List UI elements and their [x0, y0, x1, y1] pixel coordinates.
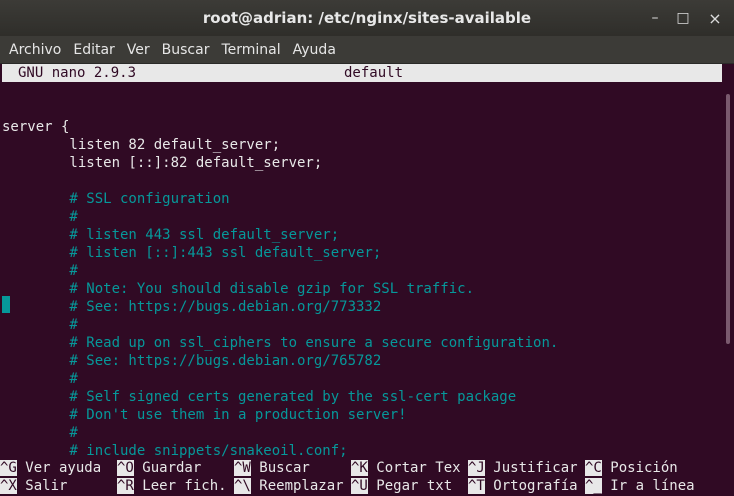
shortcut-key: ^K	[351, 460, 368, 476]
title-bar: root@adrian: /etc/nginx/sites-available …	[0, 0, 734, 36]
shortcut-item[interactable]: ^T Ortografía	[468, 477, 578, 495]
close-icon[interactable]: ×	[700, 0, 730, 36]
editor-line: server {	[2, 119, 70, 135]
shortcut-item[interactable]: ^R Leer fich.	[117, 477, 227, 495]
menu-ver[interactable]: Ver	[122, 42, 155, 58]
editor-line: # include snippets/snakeoil.conf;	[2, 443, 348, 459]
shortcut-label: Ver ayuda	[16, 460, 102, 476]
nano-filename: default	[344, 65, 404, 81]
shortcut-key: ^C	[585, 460, 602, 476]
scrollbar[interactable]	[722, 64, 734, 496]
shortcut-key: ^W	[234, 460, 251, 476]
shortcut-item[interactable]: ^C Posición	[585, 459, 678, 477]
shortcut-key: ^X	[0, 478, 17, 494]
nano-version: GNU nano 2.9.3	[18, 65, 137, 81]
shortcut-key: ^J	[468, 460, 485, 476]
editor-line: #	[2, 317, 78, 333]
shortcut-item[interactable]: ^J Justificar	[468, 459, 578, 477]
minimize-icon[interactable]: –	[640, 0, 670, 36]
nano-header: GNU nano 2.9.3 default	[2, 64, 722, 82]
menu-terminal[interactable]: Terminal	[216, 42, 285, 58]
shortcut-label: Reemplazar	[250, 478, 344, 494]
shortcut-row: ^X Salir ^R Leer fich. ^\ Reemplazar ^U Peg…	[0, 477, 722, 495]
editor-line: #	[2, 425, 78, 441]
menu-buscar[interactable]: Buscar	[157, 42, 215, 58]
editor-line: #	[2, 209, 78, 225]
text-cursor	[2, 296, 10, 313]
editor-line: listen 82 default_server;	[2, 137, 281, 153]
shortcut-key: ^T	[468, 478, 485, 494]
editor-line: # SSL configuration	[2, 191, 230, 207]
editor-buffer[interactable]: server { listen 82 default_server; liste…	[2, 100, 722, 460]
shortcut-bar: ^G Ver ayuda ^O Guardar ^W Buscar ^K Cortar…	[0, 459, 722, 495]
shortcut-label: Cortar Tex	[367, 460, 461, 476]
shortcut-key: ^U	[351, 478, 368, 494]
shortcut-item[interactable]: ^G Ver ayuda	[0, 459, 101, 477]
menu-editar[interactable]: Editar	[68, 42, 119, 58]
editor-line: # listen 443 ssl default_server;	[2, 227, 340, 243]
shortcut-key: ^\	[234, 478, 251, 494]
menu-ayuda[interactable]: Ayuda	[288, 42, 341, 58]
shortcut-item[interactable]: ^\ Reemplazar	[234, 477, 344, 495]
shortcut-item[interactable]: ^U Pegar txt	[351, 477, 452, 495]
shortcut-item[interactable]: ^K Cortar Tex	[351, 459, 461, 477]
editor-line: # See: https://bugs.debian.org/773332	[2, 299, 382, 315]
shortcut-key: ^O	[117, 460, 134, 476]
shortcut-item[interactable]: ^O Guardar	[117, 459, 201, 477]
editor-line: # Self signed certs generated by the ssl…	[2, 389, 517, 405]
editor-line: # listen [::]:443 ssl default_server;	[2, 245, 382, 261]
maximize-icon[interactable]: □	[668, 0, 698, 36]
shortcut-label: Ir a línea	[601, 478, 695, 494]
shortcut-label: Guardar	[133, 460, 202, 476]
editor-line: #	[2, 263, 78, 279]
shortcut-label: Ortografía	[484, 478, 578, 494]
shortcut-item[interactable]: ^X Salir	[0, 477, 67, 495]
editor-line: #	[2, 371, 78, 387]
editor-line: listen [::]:82 default_server;	[2, 155, 323, 171]
shortcut-label: Buscar	[250, 460, 310, 476]
shortcut-label: Leer fich.	[133, 478, 227, 494]
editor-line: # Don't use them in a production server!	[2, 407, 407, 423]
menu-archivo[interactable]: Archivo	[4, 42, 66, 58]
shortcut-key: ^_	[585, 478, 602, 494]
terminal-area[interactable]: GNU nano 2.9.3 default server { listen 8…	[0, 64, 722, 496]
editor-line: # Read up on ssl_ciphers to ensure a sec…	[2, 335, 559, 351]
editor-line: # Note: You should disable gzip for SSL …	[2, 281, 475, 297]
shortcut-item[interactable]: ^W Buscar	[234, 459, 310, 477]
shortcut-key: ^G	[0, 460, 17, 476]
shortcut-label: Pegar txt	[367, 478, 453, 494]
window-title: root@adrian: /etc/nginx/sites-available	[202, 9, 532, 27]
shortcut-label: Posición	[601, 460, 678, 476]
terminal-window: root@adrian: /etc/nginx/sites-available …	[0, 0, 734, 496]
scrollbar-thumb[interactable]	[726, 94, 730, 344]
shortcut-label: Salir	[16, 478, 68, 494]
menu-bar: Archivo Editar Ver Buscar Terminal Ayuda	[0, 36, 734, 64]
shortcut-label: Justificar	[484, 460, 578, 476]
shortcut-key: ^R	[117, 478, 134, 494]
editor-line: # See: https://bugs.debian.org/765782	[2, 353, 382, 369]
shortcut-row: ^G Ver ayuda ^O Guardar ^W Buscar ^K Cortar…	[0, 459, 722, 477]
shortcut-item[interactable]: ^_ Ir a línea	[585, 477, 695, 495]
